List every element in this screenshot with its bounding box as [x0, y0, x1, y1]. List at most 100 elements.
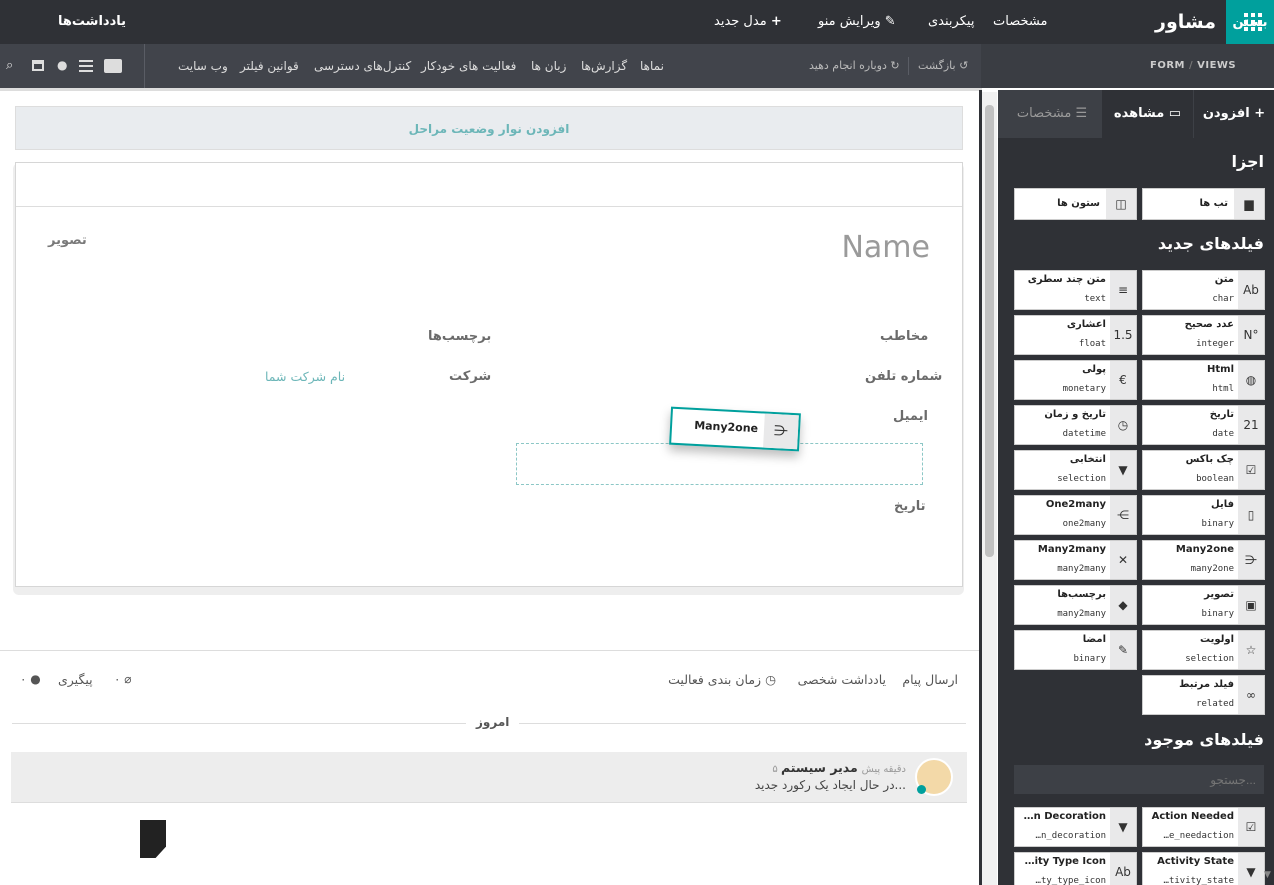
dragged-field-card[interactable]: ⋺ Many2one: [669, 406, 801, 452]
list-icon[interactable]: [79, 60, 93, 72]
log-note-button[interactable]: یادداشت شخصی: [798, 672, 886, 687]
field-technical-name: one2many: [1018, 518, 1106, 530]
name-field[interactable]: Name: [700, 230, 930, 265]
company-value[interactable]: نام شرکت شما: [265, 369, 345, 384]
component-columns[interactable]: ◫ ستون ها: [1014, 188, 1137, 220]
field-label: فیلد مرتبط: [1179, 679, 1234, 690]
drop-hook-placeholder: [516, 443, 923, 485]
field-card-selection[interactable]: ▼ انتخابی selection: [1014, 450, 1137, 490]
label-date[interactable]: تاریخ: [894, 499, 926, 514]
field-card-datetime[interactable]: ◷ تاریخ و زمان datetime: [1014, 405, 1137, 445]
field-card-binary[interactable]: ✎ امضا binary: [1014, 630, 1137, 670]
breadcrumb-views[interactable]: VIEWS: [1197, 60, 1236, 71]
label-tags[interactable]: برچسب‌ها: [428, 329, 491, 344]
field-card-many2many[interactable]: ◆ برچسب‌ها many2many: [1014, 585, 1137, 625]
subbar-divider: [144, 44, 145, 88]
field-card-…ty_type_icon[interactable]: Ab …ity Type Icon …ty_type_icon: [1014, 852, 1137, 885]
field-card-boolean[interactable]: ☑ چک باکس boolean: [1142, 450, 1265, 490]
field-label: فایل: [1211, 499, 1234, 510]
field-type-icon: ☆: [1238, 631, 1264, 669]
form-view-icon[interactable]: [104, 59, 122, 73]
field-technical-name: float: [1018, 338, 1106, 350]
component-tabs[interactable]: ▆ تب ها: [1142, 188, 1265, 220]
field-technical-name: selection: [1146, 653, 1234, 665]
field-card-many2one[interactable]: ⋺ Many2one many2one: [1142, 540, 1265, 580]
field-card-many2many[interactable]: ✕ Many2many many2many: [1014, 540, 1137, 580]
field-technical-name: related: [1146, 698, 1234, 710]
field-card-monetary[interactable]: € پولی monetary: [1014, 360, 1137, 400]
field-type-icon: 1.5: [1110, 316, 1136, 354]
field-technical-name: selection: [1018, 473, 1106, 485]
field-type-icon: ▼: [1110, 451, 1136, 489]
tab-view[interactable]: مشاهده ▭: [1102, 90, 1194, 138]
canvas-top-shadow: [0, 88, 982, 91]
field-card-…e_needaction[interactable]: ☑ Action Needed …e_needaction: [1142, 807, 1265, 847]
redo-button[interactable]: دوباره انجام دهید ↻: [809, 44, 900, 88]
field-label: امضا: [1082, 634, 1106, 645]
field-card-…n_decoration[interactable]: ▼ …n Decoration …n_decoration: [1014, 807, 1137, 847]
field-card-related[interactable]: ∞ فیلد مرتبط related: [1142, 675, 1265, 715]
field-card-binary[interactable]: ▯ فایل binary: [1142, 495, 1265, 535]
field-type-icon: ✕: [1110, 541, 1136, 579]
canvas-scrollbar-thumb[interactable]: [985, 105, 994, 557]
field-technical-name: text: [1018, 293, 1106, 305]
label-company[interactable]: شرکت: [449, 369, 491, 384]
nav-new-model[interactable]: مدل جدید +: [714, 0, 782, 44]
nav-edit-menu[interactable]: ویرایش منو ✎: [818, 0, 896, 44]
redo-icon: ↻: [890, 59, 900, 72]
watermark-logo: [140, 820, 166, 858]
field-type-icon: ▣: [1238, 586, 1264, 624]
undo-button[interactable]: بازگشت ↺: [918, 44, 968, 88]
followers-button[interactable]: ۰ ●: [20, 672, 41, 686]
apps-grid-icon[interactable]: [1244, 13, 1262, 31]
field-card-float[interactable]: 1.5 اعشاری float: [1014, 315, 1137, 355]
field-card-integer[interactable]: N° عدد صحیح integer: [1142, 315, 1265, 355]
field-card-…tivity_state[interactable]: ▼ Activity State …tivity_state: [1142, 852, 1265, 885]
nav-setup[interactable]: پیکربندی: [928, 0, 974, 44]
field-card-text[interactable]: ≡ متن چند سطری text: [1014, 270, 1137, 310]
attachments-button[interactable]: ۰ ⌀: [114, 672, 132, 686]
image-field[interactable]: تصویر: [48, 233, 87, 248]
attachments-count: ۰: [114, 672, 121, 686]
field-card-selection[interactable]: ☆ اولویت selection: [1142, 630, 1265, 670]
field-card-date[interactable]: 21 تاریخ date: [1142, 405, 1265, 445]
field-card-one2many[interactable]: ⋲ One2many one2many: [1014, 495, 1137, 535]
send-message-button[interactable]: ارسال پیام: [902, 672, 958, 687]
sidebar-scroll-down-icon[interactable]: ▼: [1264, 870, 1274, 885]
calendar-icon[interactable]: [32, 60, 44, 71]
subnav-filters[interactable]: قوانین فیلتر: [240, 44, 299, 88]
schedule-activity-button[interactable]: زمان بندی فعالیت ◷: [668, 672, 776, 687]
tab-properties[interactable]: مشخصات ☰: [1002, 90, 1102, 138]
message-body: در حال ایجاد یک رکورد جدید...: [754, 778, 906, 792]
breadcrumb-separator: /: [1188, 60, 1194, 71]
today-separator-label: امروز: [466, 715, 520, 729]
field-technical-name: binary: [1146, 608, 1234, 620]
field-technical-name: many2one: [1146, 563, 1234, 575]
search-icon[interactable]: ⌕: [6, 58, 18, 74]
subnav-website[interactable]: وب سایت: [178, 44, 228, 88]
subnav-languages[interactable]: زبان ها: [531, 44, 566, 88]
subnav-automations[interactable]: فعالیت های خودکار: [421, 44, 516, 88]
subnav-reports[interactable]: گزارش‌ها: [581, 44, 627, 88]
field-card-binary[interactable]: ▣ تصویر binary: [1142, 585, 1265, 625]
existing-fields-search-input[interactable]: [1014, 765, 1264, 794]
add-statusbar-hook[interactable]: افزودن نوار وضعیت مراحل: [15, 106, 963, 150]
followers-count: ۰: [20, 672, 27, 686]
label-email[interactable]: ایمیل: [893, 409, 928, 424]
label-phone[interactable]: شماره تلفن: [865, 369, 942, 384]
subnav-access[interactable]: کنترل‌های دسترسی: [314, 44, 411, 88]
field-technical-name: binary: [1018, 653, 1106, 665]
subnav-views[interactable]: نماها: [640, 44, 664, 88]
field-type-icon: ⋲: [1110, 496, 1136, 534]
map-marker-icon[interactable]: ●: [57, 58, 67, 72]
follow-button[interactable]: پیگیری: [58, 672, 93, 687]
message-author[interactable]: مدیر سیستم: [781, 760, 858, 775]
field-card-html[interactable]: ◍ Html html: [1142, 360, 1265, 400]
field-card-char[interactable]: Ab متن char: [1142, 270, 1265, 310]
nav-properties[interactable]: مشخصات: [993, 0, 1047, 44]
tab-add[interactable]: افزودن +: [1194, 90, 1274, 138]
pencil-icon: ✎: [884, 14, 896, 29]
field-label: چک باکس: [1185, 454, 1234, 465]
label-contact[interactable]: مخاطب: [880, 329, 928, 344]
field-label: Activity State: [1157, 856, 1234, 867]
